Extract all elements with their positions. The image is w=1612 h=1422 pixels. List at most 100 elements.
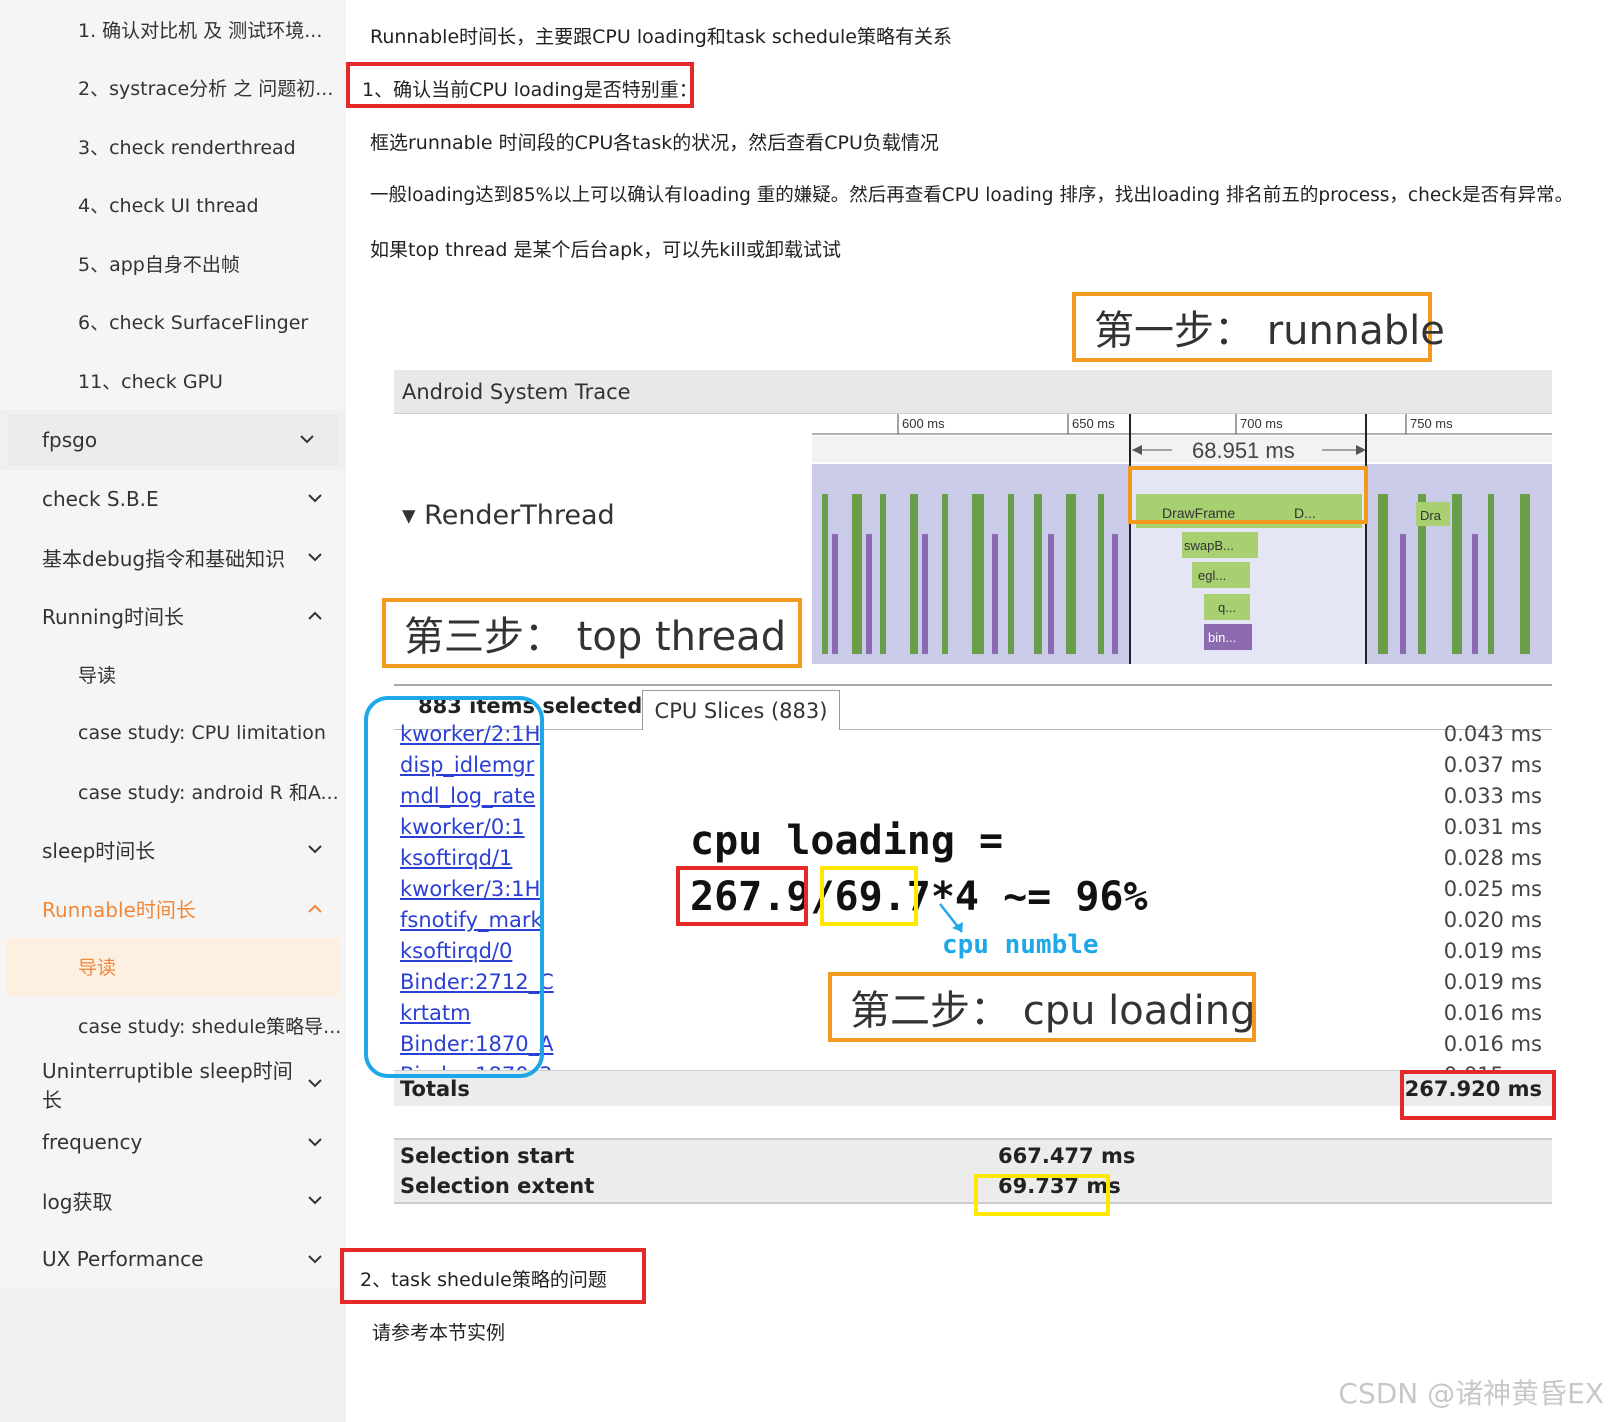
group-label: fpsgo <box>42 427 98 452</box>
sidebar-item-5[interactable]: 5、app自身不出帧 <box>0 234 346 293</box>
trace-panel: Android System Trace ▾ RenderThread 600 … <box>394 370 1552 1240</box>
selection-extent-label: Selection extent <box>400 1174 595 1198</box>
group-label: frequency <box>42 1130 143 1155</box>
chevron-down-icon <box>306 1133 324 1151</box>
details-tabbar: 883 items selected. CPU Slices (883) <box>394 684 1552 730</box>
group-label: 基本debug指令和基础知识 <box>42 546 286 571</box>
duration-value: 0.016 ms <box>1443 1032 1542 1056</box>
paragraph-1: 框选runnable 时间段的CPU各task的状况，然后查看CPU负载情况 <box>370 132 939 154</box>
sidebar-item-3[interactable]: 3、check renderthread <box>0 117 346 176</box>
group-label: Runnable时间长 <box>42 897 196 922</box>
duration-value: 0.033 ms <box>1443 784 1542 808</box>
duration-value: 0.028 ms <box>1443 846 1542 870</box>
extent-value-highlight <box>820 866 918 926</box>
step-runnable-callout: 第一步： runnable <box>1072 292 1445 362</box>
cpu-bars: DrawFrame D... swapB... egl... q... bin.… <box>812 464 1552 664</box>
sidebar-group-ux[interactable]: UX Performance <box>0 1230 346 1289</box>
chevron-up-icon <box>306 899 324 917</box>
duration-value: 0.025 ms <box>1443 877 1542 901</box>
paragraph-3: 如果top thread 是某个后台apk，可以先kill或卸载试试 <box>370 239 842 261</box>
duration-value: 0.016 ms <box>1443 1001 1542 1025</box>
tick-label: 700 ms <box>1240 416 1283 431</box>
chevron-down-icon <box>306 548 324 566</box>
watermark: CSDN @诸神黄昏EX <box>1338 1377 1604 1410</box>
sidebar-item-shedule[interactable]: case study: shedule策略导... <box>0 996 346 1055</box>
selection-extent-highlight <box>974 1174 1110 1216</box>
sidebar-item-6[interactable]: 6、check SurfaceFlinger <box>0 293 346 352</box>
systrace-figure: Android System Trace ▾ RenderThread 600 … <box>346 290 1612 1250</box>
step-top-thread-callout: 第三步： top thread <box>382 598 802 668</box>
sidebar-group-uninterruptible[interactable]: Uninterruptible sleep时间长 <box>0 1054 346 1113</box>
tick-label: 600 ms <box>902 416 945 431</box>
sidebar-item-11[interactable]: 11、check GPU <box>0 351 346 410</box>
selection-start-value: 667.477 ms <box>998 1144 1136 1168</box>
top-thread-highlight <box>364 696 544 1078</box>
slice-label: Dra <box>1420 508 1442 523</box>
sidebar-item-running-intro[interactable]: 导读 <box>0 645 346 704</box>
sidebar-running-section: 导读 case study: CPU limitation case study… <box>0 645 346 821</box>
sidebar-group-fpsgo[interactable]: fpsgo <box>8 413 338 466</box>
sidebar-group-check-sbe[interactable]: check S.B.E <box>0 469 346 528</box>
sidebar-group-frequency[interactable]: frequency <box>0 1113 346 1172</box>
sidebar-nav: 1. 确认对比机 及 测试环境... 2、systrace分析 之 问题初...… <box>0 0 346 1422</box>
step2-heading: 2、task shedule策略的问题 <box>360 1269 607 1291</box>
paragraph-2: 一般loading达到85%以上可以确认有loading 重的嫌疑。然后再查看C… <box>370 185 1574 206</box>
span-label: 68.951 ms <box>1192 438 1295 463</box>
thread-label: ▾ RenderThread <box>402 500 615 531</box>
duration-list: 0.043 ms 0.037 ms 0.033 ms 0.031 ms 0.02… <box>1444 722 1542 1094</box>
sidebar-group-running[interactable]: Running时间长 <box>0 586 346 645</box>
paragraph-4: 请参考本节实例 <box>372 1322 506 1344</box>
step-cpu-loading-callout: 第二步： cpu loading <box>828 972 1256 1042</box>
sidebar-item-runnable-intro[interactable]: 导读 <box>6 937 340 996</box>
step1-heading: 1、确认当前CPU loading是否特别重： <box>362 79 698 101</box>
intro-text: Runnable时间长，主要跟CPU loading和task schedule… <box>370 26 952 48</box>
trace-timeline[interactable]: 600 ms 650 ms 700 ms 750 ms 68.951 ms Dr… <box>812 414 1552 684</box>
sidebar-group-runnable[interactable]: Runnable时间长 <box>0 879 346 938</box>
group-label: Running时间长 <box>42 605 184 630</box>
group-label: check S.B.E <box>42 486 159 511</box>
tick-label: 650 ms <box>1072 416 1115 431</box>
group-label: sleep时间长 <box>42 839 156 864</box>
sidebar-item-cpu-limitation[interactable]: case study: CPU limitation <box>0 704 346 763</box>
chevron-down-icon <box>306 490 324 508</box>
sidebar-item-4[interactable]: 4、check UI thread <box>0 176 346 235</box>
duration-value: 0.031 ms <box>1443 815 1542 839</box>
sidebar-top-section: 1. 确认对比机 及 测试环境... 2、systrace分析 之 问题初...… <box>0 0 346 410</box>
group-label: Uninterruptible sleep时间长 <box>42 1058 293 1112</box>
totals-row: Totals 267.920 ms <box>394 1070 1552 1106</box>
slice-label: egl... <box>1198 568 1226 583</box>
chevron-down-icon <box>298 431 316 449</box>
chevron-down-icon <box>306 841 324 859</box>
chevron-down-icon <box>306 1250 324 1268</box>
tab-cpu-slices[interactable]: CPU Slices (883) <box>642 690 840 730</box>
sidebar-item-android-r[interactable]: case study: android R 和A... <box>0 762 346 821</box>
chevron-down-icon <box>306 1075 324 1093</box>
tick-label: 750 ms <box>1410 416 1453 431</box>
duration-value: 0.020 ms <box>1443 908 1542 932</box>
sidebar-runnable-section: 导读 case study: shedule策略导... <box>0 937 346 1055</box>
sidebar-item-1[interactable]: 1. 确认对比机 及 测试环境... <box>0 0 346 59</box>
sidebar-group-sleep[interactable]: sleep时间长 <box>0 820 346 879</box>
slice-label: q... <box>1218 600 1236 615</box>
slice-label: D... <box>1294 505 1316 521</box>
arrow-icon <box>939 903 963 933</box>
sidebar-group-debug[interactable]: 基本debug指令和基础知识 <box>0 528 346 587</box>
duration-value: 0.037 ms <box>1443 753 1542 777</box>
duration-value: 0.019 ms <box>1443 939 1542 963</box>
slice-label: swapB... <box>1184 538 1234 553</box>
totals-label: Totals <box>400 1076 470 1101</box>
totals-highlight <box>1400 1070 1556 1120</box>
duration-value: 0.043 ms <box>1443 722 1542 746</box>
duration-value: 0.019 ms <box>1443 970 1542 994</box>
total-value-highlight <box>676 866 808 926</box>
sidebar-group-log[interactable]: log获取 <box>0 1171 346 1230</box>
slice-label: DrawFrame <box>1162 505 1235 521</box>
sidebar-item-2[interactable]: 2、systrace分析 之 问题初... <box>0 59 346 118</box>
article-content: Runnable时间长，主要跟CPU loading和task schedule… <box>340 0 1612 1422</box>
group-label: log获取 <box>42 1190 113 1215</box>
group-label: UX Performance <box>42 1247 204 1272</box>
slice-label: bin... <box>1208 630 1236 645</box>
formula-line1: cpu loading = <box>690 818 1004 864</box>
chevron-down-icon <box>306 1192 324 1210</box>
chevron-up-icon <box>306 607 324 625</box>
